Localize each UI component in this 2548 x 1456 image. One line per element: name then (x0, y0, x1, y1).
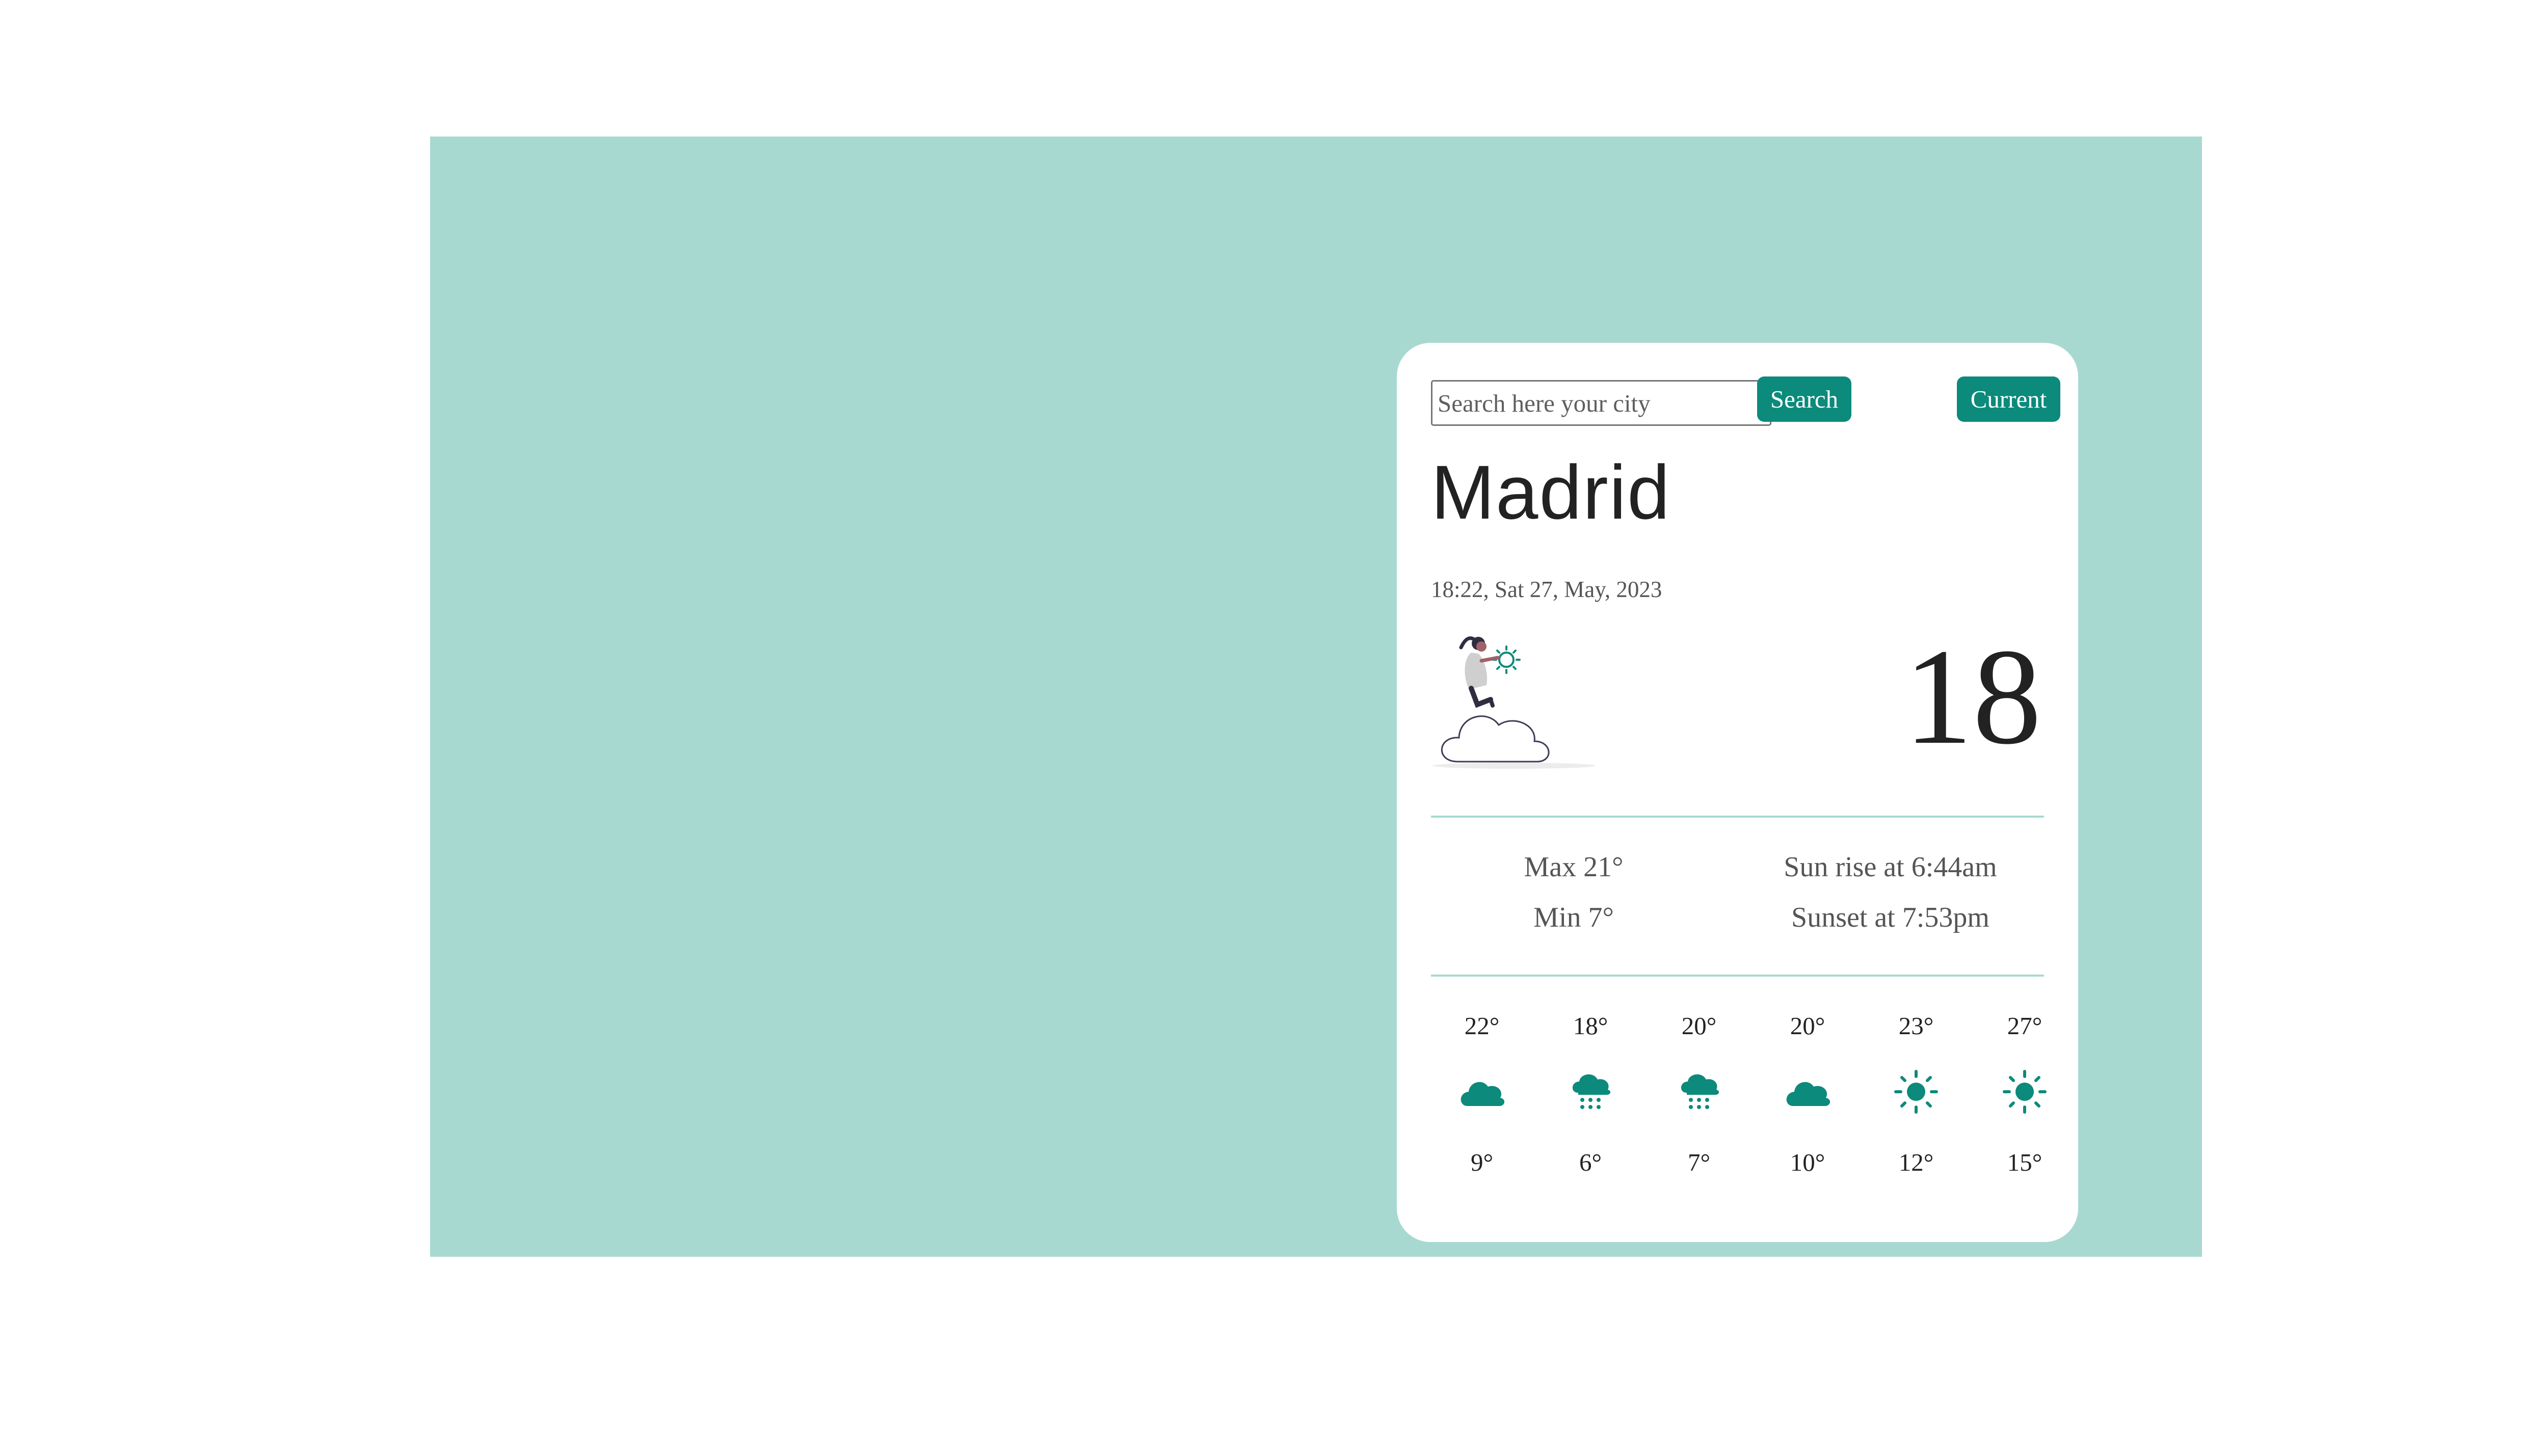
forecast-high: 20° (1790, 1012, 1825, 1040)
sun-icon (1999, 1066, 2050, 1117)
forecast-day: 20° 10° (1757, 1005, 1859, 1209)
divider (1431, 816, 2044, 818)
weather-card: Search Current Madrid 18:22, Sat 27, May… (1397, 343, 2078, 1242)
forecast-day: 22° 9° (1431, 1005, 1533, 1209)
forecast-day: 27° 15° (1974, 1005, 2076, 1209)
sun-icon (1891, 1066, 1942, 1117)
forecast-high: 18° (1573, 1012, 1608, 1040)
forecast-day: 20° 7° (1648, 1005, 1750, 1209)
forecast-low: 15° (2007, 1148, 2042, 1176)
cloud-icon (1456, 1066, 1507, 1117)
weather-stats: Max 21° Min 7° Sun rise at 6:44am Sunset… (1431, 842, 2044, 954)
rain-cloud-icon (1674, 1066, 1724, 1117)
forecast-high: 23° (1898, 1012, 1934, 1040)
cloud-icon (1782, 1066, 1833, 1117)
sun-times-column: Sun rise at 6:44am Sunset at 7:53pm (1737, 842, 2044, 943)
forecast-high: 22° (1464, 1012, 1500, 1040)
rain-cloud-icon (1565, 1066, 1616, 1117)
forecast-day: 23° 12° (1865, 1005, 1967, 1209)
search-button[interactable]: Search (1757, 376, 1851, 422)
sunset-time: Sunset at 7:53pm (1791, 902, 1989, 933)
forecast-low: 7° (1687, 1148, 1711, 1176)
forecast-row: 22° 9° 18° 6° 20° 7° 20° 10° 23° 12° 27°… (1431, 1005, 2047, 1209)
max-temperature: Max 21° (1524, 851, 1624, 883)
search-form: Search Current (1431, 376, 2060, 427)
forecast-low: 12° (1898, 1148, 1934, 1176)
current-temperature: 18 (1904, 621, 2041, 773)
app-background: Search Current Madrid 18:22, Sat 27, May… (430, 137, 2202, 1257)
woman-on-cloud-illustration (1427, 628, 1611, 771)
forecast-low: 10° (1790, 1148, 1825, 1176)
forecast-high: 27° (2007, 1012, 2042, 1040)
date-time: 18:22, Sat 27, May, 2023 (1431, 577, 1662, 602)
forecast-low: 9° (1470, 1148, 1494, 1176)
forecast-low: 6° (1579, 1148, 1602, 1176)
forecast-day: 18° 6° (1540, 1005, 1641, 1209)
sunrise-time: Sun rise at 6:44am (1784, 851, 1997, 883)
city-name: Madrid (1431, 449, 1671, 535)
min-max-column: Max 21° Min 7° (1431, 842, 1716, 943)
min-temperature: Min 7° (1533, 902, 1614, 933)
forecast-high: 20° (1681, 1012, 1717, 1040)
divider (1431, 975, 2044, 977)
city-search-input[interactable] (1431, 380, 1771, 426)
current-location-button[interactable]: Current (1957, 376, 2060, 422)
